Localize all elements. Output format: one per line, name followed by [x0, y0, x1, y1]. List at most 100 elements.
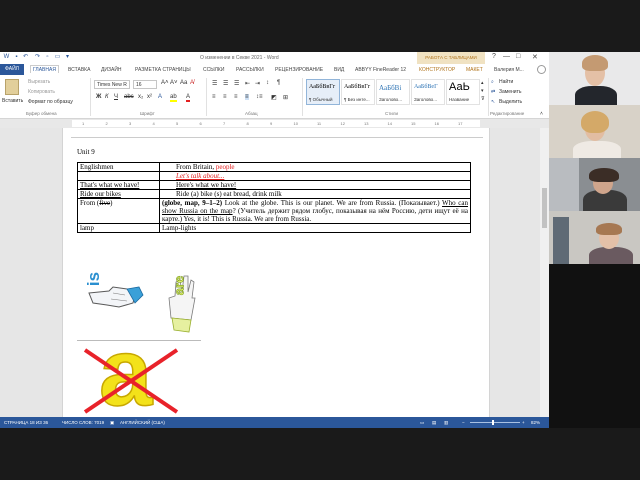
video-tile[interactable]	[549, 52, 640, 105]
sort-icon[interactable]: ↕	[266, 80, 269, 86]
replace-button[interactable]: Заменить	[499, 89, 521, 95]
table-cell[interactable]: (globe, map, 9–1–2) Look at the globe. T…	[159, 198, 471, 224]
tab-file[interactable]: ФАЙЛ	[0, 64, 24, 75]
text-effects-icon[interactable]: A	[158, 94, 162, 100]
user-name[interactable]: Валерия М...	[494, 67, 524, 73]
align-left-icon[interactable]: ≡	[212, 94, 216, 100]
styles-more-icon[interactable]: ⊽	[481, 96, 485, 102]
table-cell[interactable]: Englishmen	[77, 162, 160, 172]
decrease-indent-icon[interactable]: ⇤	[245, 80, 250, 87]
bullets-icon[interactable]: ☰	[212, 80, 217, 87]
user-avatar-icon[interactable]	[537, 65, 546, 74]
collapse-ribbon-icon[interactable]: ˄	[540, 111, 543, 117]
align-right-icon[interactable]: ≡	[234, 94, 238, 100]
zoom-out-icon[interactable]: −	[462, 420, 465, 425]
close-button[interactable]: ✕	[532, 53, 538, 61]
undo-icon[interactable]: ↶	[22, 54, 29, 61]
minimize-button[interactable]: —	[503, 53, 510, 60]
change-case-icon[interactable]: Aa	[180, 80, 187, 86]
table-cell[interactable]: That's what we have!	[77, 180, 160, 190]
borders-icon[interactable]: ⊞	[283, 94, 288, 101]
web-layout-icon[interactable]: ▥	[444, 420, 448, 426]
new-doc-icon[interactable]: ▫	[44, 54, 51, 61]
styles-scroll-down-icon[interactable]: ▾	[481, 88, 484, 94]
tab-view[interactable]: ВИД	[334, 67, 344, 73]
tab-review[interactable]: РЕЦЕНЗИРОВАНИЕ	[275, 67, 323, 73]
clear-format-icon[interactable]: A̸	[190, 80, 194, 86]
line-spacing-icon[interactable]: ↕≡	[256, 94, 263, 100]
styles-scroll-up-icon[interactable]: ▴	[481, 80, 484, 86]
table-cell[interactable]: Here's what we have!	[159, 180, 471, 190]
qat-more-icon[interactable]: ▾	[64, 54, 71, 61]
highlight-icon[interactable]: ab	[170, 94, 177, 102]
table-cell[interactable]: Let's talk about...	[159, 171, 471, 181]
style-normal[interactable]: АаБбВвГг ¶ Обычный	[306, 79, 340, 105]
horizontal-ruler[interactable]: 1 2 3 4 5 6 7 8 9 10 11 12 13 14 15 16 17	[0, 119, 549, 128]
tab-abbyy[interactable]: ABBYY FineReader 12	[355, 67, 406, 73]
proofing-icon[interactable]: ▣	[110, 420, 114, 426]
zoom-level[interactable]: 82%	[531, 420, 540, 425]
page-count[interactable]: СТРАНИЦА 18 ИЗ 36	[4, 420, 48, 425]
tab-references[interactable]: ССЫЛКИ	[203, 67, 224, 73]
style-heading-1[interactable]: АаБбВі Заголово...	[376, 79, 410, 105]
style-title[interactable]: АаЬ Название	[446, 79, 480, 105]
video-tile[interactable]	[549, 211, 640, 264]
tab-table-design[interactable]: КОНСТРУКТОР	[419, 67, 455, 73]
read-mode-icon[interactable]: ▭	[420, 420, 424, 426]
grow-font-icon[interactable]: A˄	[161, 80, 169, 86]
document-page[interactable]: Unit 9 Englishmen From Britain, people L…	[62, 128, 490, 417]
video-tile[interactable]	[549, 105, 640, 158]
shrink-font-icon[interactable]: A˅	[170, 80, 178, 86]
paste-icon[interactable]	[5, 79, 19, 95]
increase-indent-icon[interactable]: ⇥	[255, 80, 260, 87]
shading-icon[interactable]: ◩	[271, 94, 277, 101]
strikethrough-icon[interactable]: abc	[124, 94, 134, 100]
font-size-select[interactable]: 16	[133, 80, 157, 89]
tab-design[interactable]: ДИЗАЙН	[101, 67, 122, 73]
style-heading-2[interactable]: АаБбВеГ Заголово...	[411, 79, 445, 105]
language[interactable]: АНГЛИЙСКИЙ (США)	[120, 420, 165, 425]
table-cell[interactable]: Lamp-lights	[159, 223, 471, 233]
font-color-icon[interactable]: A	[186, 94, 191, 102]
select-button[interactable]: Выделить	[499, 99, 522, 105]
open-icon[interactable]: ▭	[54, 54, 61, 61]
copy-button[interactable]: Копировать	[28, 89, 55, 95]
table-cell[interactable]: lamp	[77, 223, 160, 233]
tab-page-layout[interactable]: РАЗМЕТКА СТРАНИЦЫ	[135, 67, 191, 73]
font-name-select[interactable]: Times New R	[94, 80, 130, 89]
video-tile[interactable]	[549, 158, 640, 211]
save-icon[interactable]: ▪	[13, 54, 20, 61]
tab-home[interactable]: ГЛАВНАЯ	[30, 65, 59, 73]
multilevel-icon[interactable]: ☰	[234, 80, 239, 87]
underline-button[interactable]: Ч	[114, 94, 118, 100]
tab-insert[interactable]: ВСТАВКА	[68, 67, 90, 73]
table-cell[interactable]: From (five)	[77, 198, 160, 224]
zoom-in-icon[interactable]: +	[522, 420, 525, 425]
subscript-icon[interactable]: x₂	[138, 94, 143, 100]
table-cell[interactable]: Ride (a) bike (s) eat bread, drink milk	[159, 189, 471, 199]
zoom-slider-thumb[interactable]	[492, 420, 494, 425]
help-button[interactable]: ?	[492, 53, 496, 60]
format-painter-button[interactable]: Формат по образцу	[28, 99, 73, 105]
style-no-spacing[interactable]: АаБбВвГг ¶ Без инте...	[341, 79, 375, 105]
paste-button[interactable]: Вставить	[2, 98, 23, 104]
vertical-scrollbar[interactable]	[540, 128, 549, 417]
zoom-slider[interactable]	[470, 422, 520, 423]
align-center-icon[interactable]: ≡	[223, 94, 227, 100]
maximize-button[interactable]: □	[516, 53, 520, 60]
tab-mailings[interactable]: РАССЫЛКИ	[236, 67, 264, 73]
cut-button[interactable]: Вырезать	[28, 79, 50, 85]
justify-icon[interactable]: ≡	[245, 94, 249, 100]
bold-button[interactable]: Ж	[96, 94, 101, 100]
superscript-icon[interactable]: x²	[147, 94, 152, 100]
numbering-icon[interactable]: ☰	[223, 80, 228, 87]
tab-table-layout[interactable]: МАКЕТ	[466, 67, 483, 73]
table-cell[interactable]: Ride our bikes	[77, 189, 160, 199]
scrollbar-thumb[interactable]	[542, 188, 547, 228]
show-marks-icon[interactable]: ¶	[277, 80, 280, 86]
word-count[interactable]: ЧИСЛО СЛОВ: 7019	[62, 420, 104, 425]
table-cell[interactable]	[77, 171, 160, 181]
italic-button[interactable]: К	[105, 94, 109, 100]
find-button[interactable]: Найти	[499, 79, 513, 85]
print-layout-icon[interactable]: ▤	[432, 420, 436, 426]
